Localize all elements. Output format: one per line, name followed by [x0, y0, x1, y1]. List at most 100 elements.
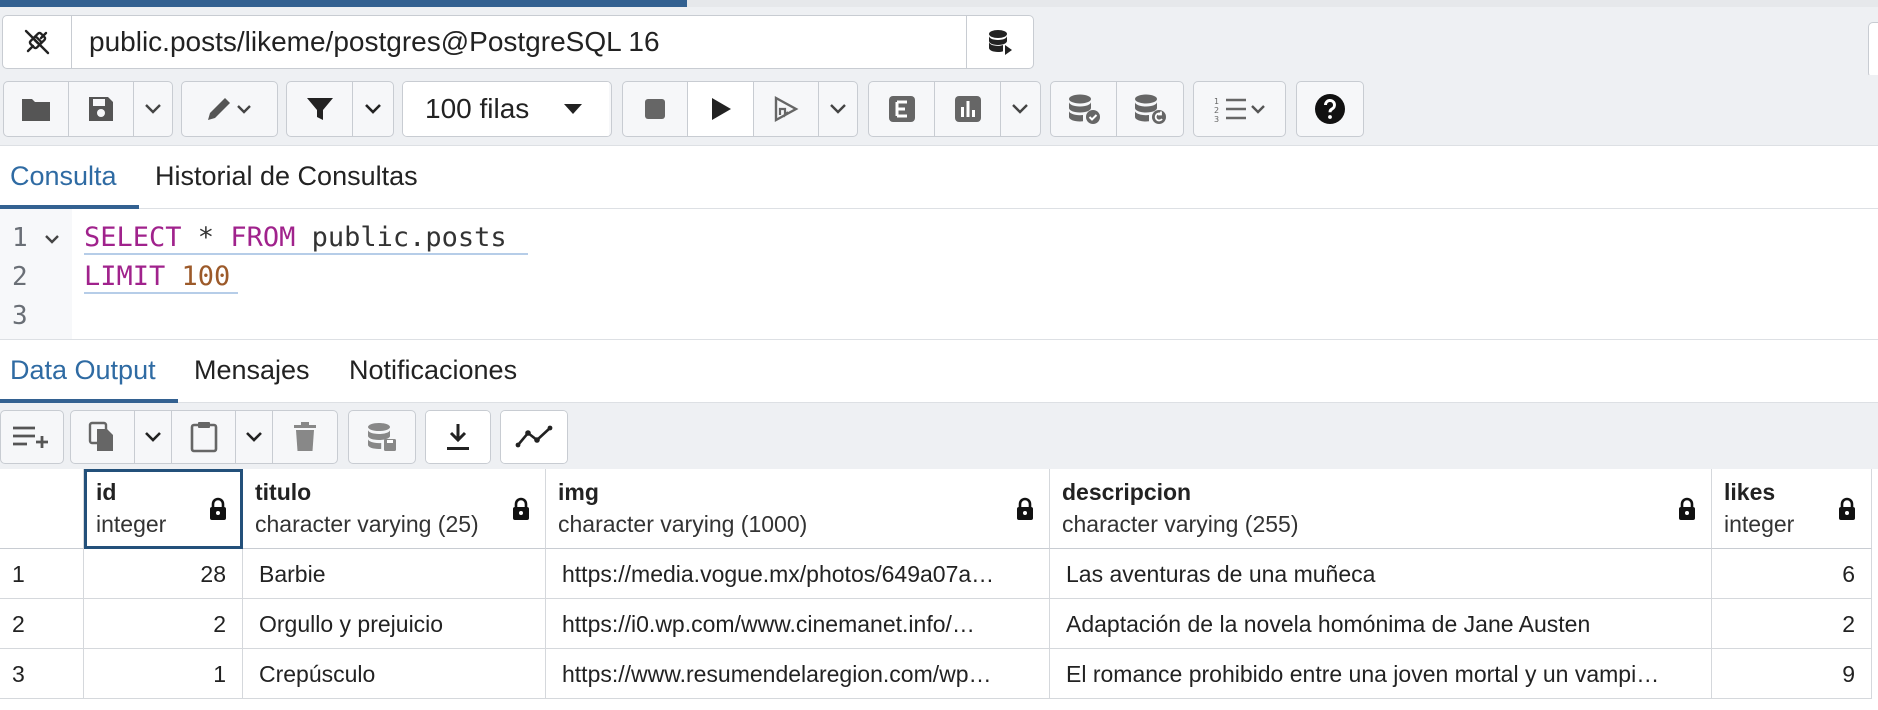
query-progress-fill [0, 0, 688, 7]
database-check-icon[interactable] [1051, 82, 1117, 136]
caret-down-icon [564, 104, 582, 114]
explain-e-icon[interactable] [869, 82, 935, 136]
add-row-icon[interactable] [1, 411, 63, 463]
line-number: 2 [12, 262, 28, 292]
row-number[interactable]: 1 [0, 549, 84, 599]
cell-id[interactable]: 2 [84, 599, 243, 649]
column-type: character varying (1000) [558, 511, 808, 537]
graph-group [500, 410, 568, 464]
column-type: character varying (255) [1062, 511, 1299, 537]
column-name: descripcion [1062, 479, 1192, 505]
svg-text:3: 3 [1214, 115, 1219, 123]
edit-rows-group [70, 410, 338, 464]
save-icon[interactable] [69, 82, 135, 136]
folder-icon[interactable] [4, 82, 70, 136]
database-arrow-icon[interactable] [966, 16, 1033, 68]
copy-options-chevron-icon[interactable] [135, 411, 172, 463]
explain-options-chevron-icon[interactable] [1001, 82, 1039, 136]
lock-icon [513, 497, 529, 520]
svg-text:1: 1 [1214, 97, 1219, 106]
download-group [425, 410, 491, 464]
tab-data-output[interactable]: Data Output [10, 340, 156, 400]
tab-mensajes[interactable]: Mensajes [194, 340, 310, 400]
lock-icon [210, 497, 226, 520]
rows-limit-group: 100 filas [402, 81, 612, 137]
code-line-2: LIMIT 100 [84, 261, 230, 292]
trash-icon[interactable] [273, 411, 337, 463]
statement-underline [84, 253, 528, 255]
cell-descripcion[interactable]: Las aventuras de una muñeca [1050, 549, 1712, 599]
paste-options-chevron-icon[interactable] [236, 411, 273, 463]
cell-titulo[interactable]: Orgullo y prejuicio [243, 599, 546, 649]
cell-descripcion[interactable]: Adaptación de la novela homónima de Jane… [1050, 599, 1712, 649]
lock-icon [1839, 497, 1855, 520]
filter-button-group [286, 81, 394, 137]
result-tabs: Data Output Mensajes Notificaciones [0, 340, 1878, 403]
column-header-descripcion[interactable]: descripcion character varying (255) [1050, 469, 1712, 549]
column-header-likes[interactable]: likes integer [1712, 469, 1872, 549]
cell-titulo[interactable]: Crepúsculo [243, 649, 546, 699]
cell-likes[interactable]: 9 [1712, 649, 1872, 699]
column-name: titulo [255, 479, 312, 505]
execute-button-group [622, 81, 858, 137]
row-number-header[interactable] [0, 469, 84, 549]
code-line-1: SELECT * FROM public.posts [84, 222, 507, 253]
cell-id[interactable]: 1 [84, 649, 243, 699]
database-save-icon[interactable] [349, 411, 415, 463]
row-number[interactable]: 2 [0, 599, 84, 649]
tab-historial[interactable]: Historial de Consultas [155, 146, 418, 206]
column-header-img[interactable]: img character varying (1000) [546, 469, 1050, 549]
line-number: 3 [12, 301, 28, 331]
pencil-icon[interactable] [182, 82, 277, 136]
query-tabs: Consulta Historial de Consultas [0, 146, 1878, 209]
connection-side-button[interactable] [1868, 22, 1878, 78]
database-undo-icon[interactable] [1117, 82, 1183, 136]
cell-likes[interactable]: 2 [1712, 599, 1872, 649]
cell-id[interactable]: 28 [84, 549, 243, 599]
numbered-list-icon[interactable]: 123 [1194, 82, 1285, 136]
row-number[interactable]: 3 [0, 649, 84, 699]
lock-icon [1017, 497, 1033, 520]
connection-selector[interactable]: public.posts/likeme/postgres@PostgreSQL … [2, 15, 1034, 69]
cell-img[interactable]: https://media.vogue.mx/photos/649a07a… [546, 549, 1050, 599]
editor-gutter: 1 2 3 [0, 209, 72, 339]
fold-chevron-icon[interactable] [44, 234, 60, 246]
cell-titulo[interactable]: Barbie [243, 549, 546, 599]
play-icon[interactable] [688, 82, 754, 136]
save-options-chevron-icon[interactable] [134, 82, 172, 136]
execute-options-chevron-icon[interactable] [819, 82, 857, 136]
line-number: 1 [12, 223, 28, 253]
column-type: character varying (25) [255, 511, 479, 537]
tab-consulta[interactable]: Consulta [10, 146, 117, 206]
rows-limit-value: 100 filas [425, 93, 530, 124]
rows-limit-select[interactable]: 100 filas [403, 82, 609, 136]
paste-icon[interactable] [172, 411, 237, 463]
column-header-titulo[interactable]: titulo character varying (25) [243, 469, 546, 549]
column-type: integer [96, 511, 167, 537]
download-icon[interactable] [426, 411, 490, 463]
file-button-group [3, 81, 173, 137]
column-name: likes [1724, 479, 1776, 505]
statement-underline [84, 292, 238, 294]
bar-chart-icon[interactable] [935, 82, 1001, 136]
cell-descripcion[interactable]: El romance prohibido entre una joven mor… [1050, 649, 1712, 699]
stop-icon[interactable] [623, 82, 689, 136]
column-name: img [558, 479, 599, 505]
data-output-toolbar [0, 403, 1878, 469]
help-button-group [1296, 81, 1364, 137]
sql-keyword: LIMIT [84, 261, 166, 292]
cell-img[interactable]: https://www.resumendelaregion.com/wp… [546, 649, 1050, 699]
execute-script-icon[interactable] [754, 82, 820, 136]
cell-likes[interactable]: 6 [1712, 549, 1872, 599]
cell-img[interactable]: https://i0.wp.com/www.cinemanet.info/… [546, 599, 1050, 649]
sql-editor[interactable]: 1 2 3 SELECT * FROM public.posts LIMIT 1… [0, 209, 1878, 340]
disconnect-plug-icon[interactable] [3, 16, 72, 68]
column-header-id[interactable]: id integer [84, 469, 243, 549]
copy-icon[interactable] [71, 411, 136, 463]
help-icon[interactable] [1297, 82, 1363, 136]
filter-options-chevron-icon[interactable] [353, 82, 393, 136]
line-graph-icon[interactable] [501, 411, 567, 463]
tab-notificaciones[interactable]: Notificaciones [349, 340, 517, 400]
filter-icon[interactable] [287, 82, 353, 136]
connection-label: public.posts/likeme/postgres@PostgreSQL … [89, 26, 660, 57]
